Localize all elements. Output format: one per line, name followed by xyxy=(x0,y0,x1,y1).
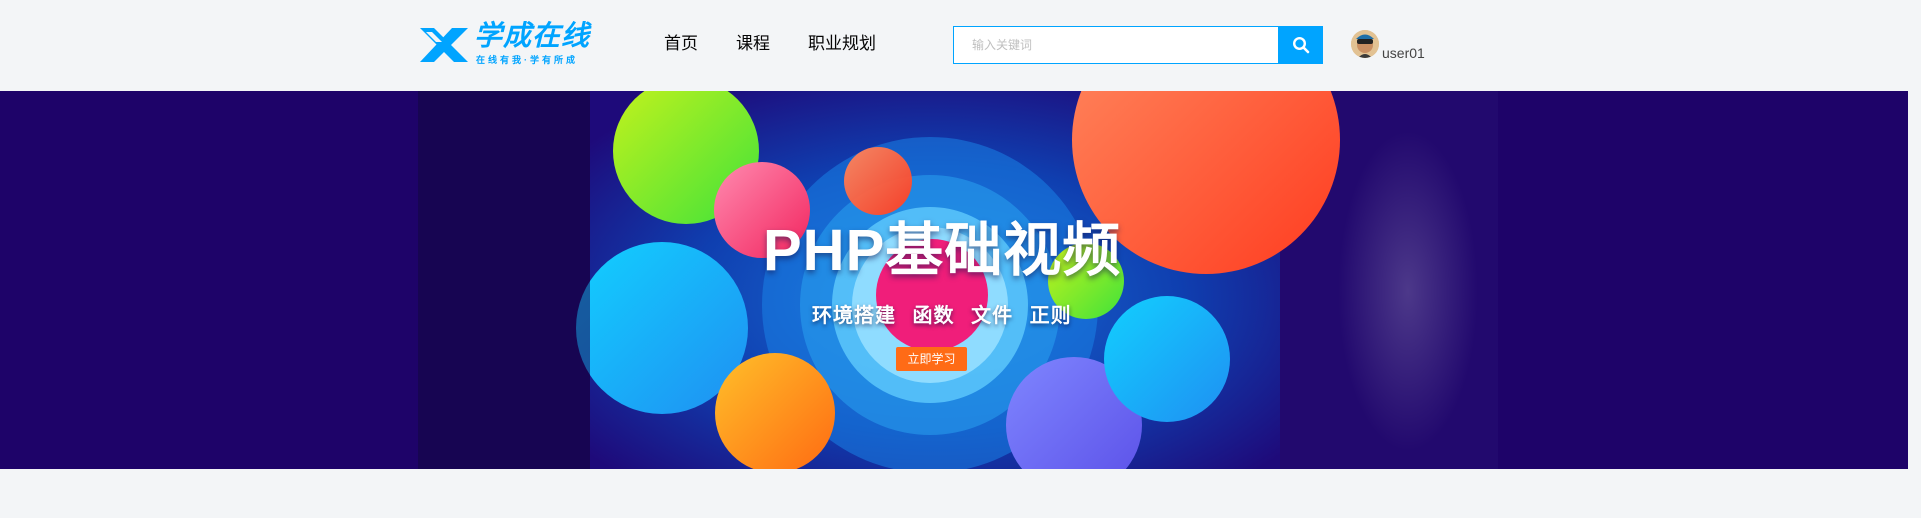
nav-item-courses[interactable]: 课程 xyxy=(736,33,770,57)
banner-title: PHP基础视频 xyxy=(763,218,1122,283)
site-header: 学成在线 在线有我·学有所成 首页 课程 职业规划 输入关键词 user01 xyxy=(0,0,1921,91)
page: 学成在线 在线有我·学有所成 首页 课程 职业规划 输入关键词 user01 P… xyxy=(0,0,1921,518)
start-learning-button[interactable]: 立即学习 xyxy=(896,347,967,371)
banner-subtitle: 环境搭建 函数 文件 正则 xyxy=(812,305,1072,327)
nav-item-home[interactable]: 首页 xyxy=(664,33,698,57)
logo-x-mark-icon xyxy=(420,28,468,62)
page-scrollbar[interactable] xyxy=(1908,91,1921,469)
logo-slogan: 在线有我·学有所成 xyxy=(476,55,578,65)
search-button[interactable] xyxy=(1278,26,1323,64)
avatar[interactable] xyxy=(1351,30,1379,58)
search-box xyxy=(953,26,1323,64)
nav-item-career[interactable]: 职业规划 xyxy=(808,33,876,57)
main-nav: 首页 课程 职业规划 xyxy=(664,33,914,57)
hero-banner[interactable]: PHP基础视频 环境搭建 函数 文件 正则 立即学习 xyxy=(0,91,1921,469)
site-logo[interactable]: 学成在线 在线有我·学有所成 xyxy=(418,20,596,66)
user-menu[interactable]: user01 xyxy=(1351,24,1425,61)
logo-brand-text: 学成在线 xyxy=(474,20,591,51)
search-icon xyxy=(1292,36,1309,54)
username[interactable]: user01 xyxy=(1382,45,1425,61)
user-avatar-icon xyxy=(1351,30,1379,58)
search-input[interactable] xyxy=(953,26,1278,64)
